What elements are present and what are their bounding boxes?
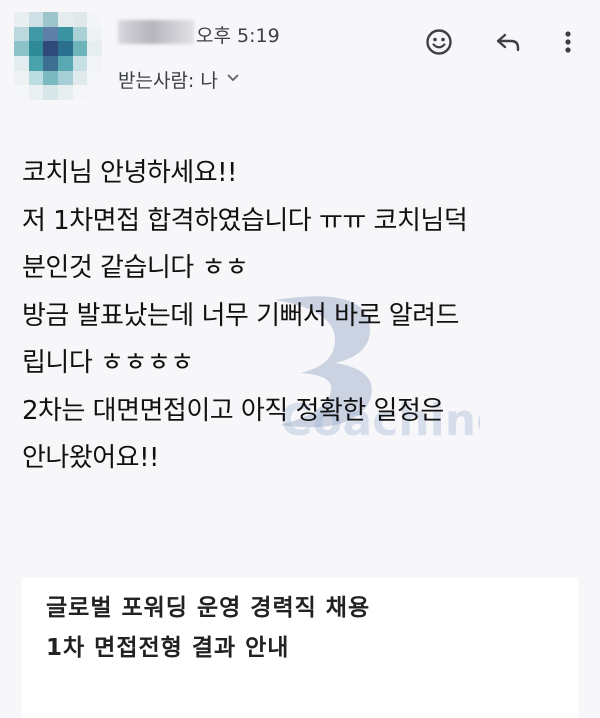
reply-button[interactable]	[488, 22, 528, 62]
avatar-pixel	[14, 56, 29, 71]
emoji-reaction-icon	[424, 27, 454, 57]
avatar-pixel	[72, 70, 88, 86]
message-line: 립니다 ㅎㅎㅎㅎ	[22, 348, 194, 378]
avatar-pixel	[14, 41, 29, 56]
avatar-pixel	[87, 41, 102, 56]
email-header: 오후 5:19 받는사람: 나	[0, 0, 600, 100]
avatar-pixel	[58, 56, 73, 71]
avatar-pixel	[43, 56, 58, 71]
avatar-pixel	[72, 85, 88, 100]
avatar-pixel	[28, 41, 44, 56]
message-line: 방금 발표났는데 너무 기뻐서 바로 알려드	[22, 300, 459, 331]
avatar-pixel	[14, 12, 29, 27]
avatar-pixel	[58, 26, 73, 42]
chevron-down-icon	[226, 72, 240, 87]
sender-name-redacted	[118, 20, 194, 44]
message-line: 안나왔어요!!	[22, 443, 159, 473]
avatar-pixel	[72, 41, 88, 56]
message-line: 코치님 안녕하세요!!	[22, 158, 237, 188]
avatar-pixel	[14, 85, 29, 100]
quoted-title-line: 1차 면접전형 결과 안내	[46, 635, 290, 661]
avatar-pixel	[28, 26, 44, 42]
recipient-toggle[interactable]: 받는사람: 나	[118, 66, 240, 93]
avatar-pixel	[43, 70, 58, 86]
avatar-pixel	[58, 41, 73, 56]
avatar-pixel	[14, 70, 29, 86]
message-line: 분인것 같습니다 ㅎㅎ	[22, 253, 249, 283]
avatar-pixel	[43, 85, 58, 100]
avatar-pixel	[43, 26, 58, 42]
recipient-label: 받는사람: 나	[118, 70, 218, 92]
avatar-pixel	[72, 26, 88, 42]
quoted-email-card[interactable]: 글로벌 포워딩 운영 경력직 채용 1차 면접전형 결과 안내	[22, 578, 578, 718]
avatar-pixel	[87, 85, 102, 100]
avatar-pixel	[28, 85, 44, 100]
avatar-pixel	[87, 56, 102, 71]
avatar-pixel	[87, 12, 102, 27]
avatar-pixel	[28, 12, 44, 27]
quoted-title-line: 글로벌 포워딩 운영 경력직 채용	[46, 595, 371, 621]
more-vert-icon	[560, 27, 576, 57]
avatar-pixel	[43, 41, 58, 56]
avatar-pixel	[14, 26, 29, 42]
avatar-pixel	[28, 70, 44, 86]
quoted-email-title: 글로벌 포워딩 운영 경력직 채용 1차 면접전형 결과 안내	[46, 588, 370, 668]
avatar-pixel	[58, 70, 73, 86]
avatar-pixel	[28, 56, 44, 71]
avatar-pixel	[58, 85, 73, 100]
message-body: 코치님 안녕하세요!! 저 1차면접 합격하였습니다 ㅠㅠ 코치님덕 분인것 같…	[22, 150, 582, 483]
avatar-pixel	[87, 26, 102, 42]
message-line: 저 1차면접 합격하였습니다 ㅠㅠ 코치님덕	[22, 205, 468, 236]
avatar-pixel	[43, 12, 58, 27]
sender-avatar[interactable]	[14, 12, 102, 100]
avatar-pixel	[72, 56, 88, 71]
avatar-pixel	[58, 12, 73, 27]
emoji-reaction-button[interactable]	[419, 22, 459, 62]
sent-time: 오후 5:19	[196, 25, 280, 47]
more-options-button[interactable]	[548, 22, 588, 62]
message-line: 2차는 대면면접이고 아직 정확한 일정은	[22, 395, 444, 426]
avatar-pixel	[87, 70, 102, 86]
avatar-pixel	[72, 12, 88, 27]
reply-icon	[493, 27, 523, 57]
